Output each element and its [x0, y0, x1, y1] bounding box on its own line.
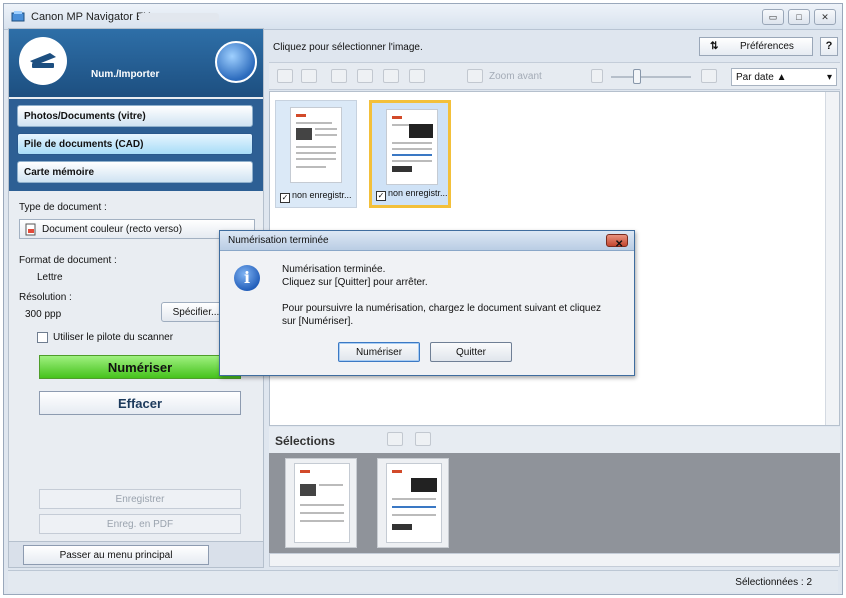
selected-count: Sélectionnées : 2	[735, 577, 812, 588]
format-value: Lettre	[37, 272, 63, 283]
thumbnail-label: non enregistr...	[388, 188, 448, 198]
document-preview-icon	[392, 116, 433, 172]
scan-button[interactable]: Numériser	[39, 355, 241, 379]
help-button[interactable]: ?	[820, 37, 838, 56]
vertical-scrollbar[interactable]	[825, 92, 839, 425]
info-icon: i	[234, 265, 260, 291]
minimize-icon: ▭	[768, 12, 778, 22]
nav-item-memory-card[interactable]: Carte mémoire	[17, 161, 253, 183]
dialog-message-1: Numérisation terminée.	[282, 264, 386, 275]
page-preview	[386, 463, 442, 543]
preferences-label: Préférences	[740, 41, 794, 52]
scan-complete-dialog: Numérisation terminée ✕ i Numérisation t…	[219, 230, 635, 376]
chevron-down-icon: ▾	[826, 72, 832, 83]
large-thumbnail-icon	[701, 69, 717, 83]
page-preview	[386, 109, 438, 185]
document-preview-icon	[296, 114, 337, 168]
mode-header: Num./Importer	[9, 29, 263, 97]
clear-button[interactable]: Effacer	[39, 391, 241, 415]
main-menu-button[interactable]: Passer au menu principal	[23, 545, 209, 565]
document-preview-icon	[392, 470, 437, 530]
mirror-icon[interactable]	[383, 69, 399, 83]
zoom-icon[interactable]	[467, 69, 483, 83]
doc-type-value: Document couleur (recto verso)	[42, 224, 183, 235]
dialog-message-3: Pour poursuivre la numérisation, chargez…	[282, 303, 602, 314]
horizontal-scrollbar[interactable]	[269, 553, 840, 567]
page-preview	[294, 463, 350, 543]
driver-checkbox[interactable]	[37, 332, 48, 343]
slider-handle[interactable]	[633, 69, 641, 84]
selected-item-1[interactable]	[285, 458, 357, 548]
doc-type-label: Type de document :	[19, 202, 107, 213]
crop-icon[interactable]	[409, 69, 425, 83]
mode-title: Num./Importer	[91, 69, 160, 80]
document-preview-icon	[300, 470, 344, 522]
grid-view-icon[interactable]	[387, 432, 403, 446]
thumbnail-size-slider[interactable]	[611, 76, 691, 78]
status-bar: Sélectionnées : 2	[8, 570, 838, 592]
right-header: Cliquez pour sélectionner l'image. ⇅ Pré…	[269, 36, 840, 58]
dialog-message-4: sur [Numériser].	[282, 316, 354, 327]
close-button[interactable]: ✕	[814, 9, 836, 25]
view-grid-icon[interactable]	[301, 69, 317, 83]
minimize-button[interactable]: ▭	[762, 9, 784, 25]
window-title: Canon MP Navigator EX	[31, 11, 151, 23]
navigation-mode-icon[interactable]	[215, 41, 257, 83]
dialog-title-bar: Numérisation terminée ✕	[220, 231, 634, 251]
rotate-left-icon[interactable]	[331, 69, 347, 83]
scanner-icon	[30, 53, 56, 68]
small-thumbnail-icon	[591, 69, 603, 83]
resolution-value: 300 ppp	[25, 309, 62, 320]
thumbnail-caption: ✓ non enregistr...	[280, 190, 352, 203]
thumbnail-1[interactable]: ✓ non enregistr...	[275, 100, 357, 208]
maximize-icon: □	[796, 12, 802, 22]
sort-select[interactable]: Par date ▲ ▾	[731, 68, 837, 86]
selections-title: Sélections	[275, 434, 336, 448]
sort-value: Par date ▲	[736, 72, 787, 83]
single-view-icon[interactable]	[415, 432, 431, 446]
thumbnail-caption: ✓ non enregistr...	[376, 188, 448, 201]
selected-item-2[interactable]	[377, 458, 449, 548]
maximize-button[interactable]: □	[788, 9, 810, 25]
source-nav: Photos/Documents (vitre) Pile de documen…	[9, 99, 263, 191]
close-icon: ✕	[615, 239, 624, 250]
close-icon: ✕	[821, 12, 829, 22]
dialog-close-button[interactable]: ✕	[606, 234, 628, 250]
image-toolbar: Zoom avant Par date ▲ ▾	[269, 62, 840, 90]
page-preview	[290, 107, 342, 183]
title-redacted-area	[139, 13, 219, 22]
nav-item-photos-documents[interactable]: Photos/Documents (vitre)	[17, 105, 253, 127]
instruction-text: Cliquez pour sélectionner l'image.	[273, 42, 423, 53]
driver-checkbox-label: Utiliser le pilote du scanner	[53, 332, 174, 343]
dialog-message-2: Cliquez sur [Quitter] pour arrêter.	[282, 277, 428, 288]
selections-area	[269, 453, 840, 553]
color-document-icon	[25, 223, 36, 236]
thumbnail-label: non enregistr...	[292, 190, 352, 200]
thumbnail-checkbox[interactable]: ✓	[376, 191, 386, 201]
thumbnail-checkbox[interactable]: ✓	[280, 193, 290, 203]
thumbnail-2[interactable]: ✓ non enregistr...	[369, 100, 451, 208]
left-footer: Passer au menu principal	[9, 541, 263, 567]
nav-item-document-stack[interactable]: Pile de documents (CAD)	[17, 133, 253, 155]
title-bar: Canon MP Navigator EX ▭ □ ✕	[4, 4, 842, 30]
selections-header: Sélections	[269, 427, 840, 453]
rotate-right-icon[interactable]	[357, 69, 373, 83]
preferences-icon: ⇅	[710, 41, 719, 52]
zoom-label: Zoom avant	[489, 71, 542, 82]
dialog-quit-button[interactable]: Quitter	[430, 342, 512, 362]
format-label: Format de document :	[19, 255, 117, 266]
view-large-icon[interactable]	[277, 69, 293, 83]
dialog-title: Numérisation terminée	[228, 235, 329, 246]
save-pdf-button[interactable]: Enreg. en PDF	[39, 514, 241, 534]
preferences-button[interactable]: ⇅ Préférences	[699, 37, 813, 56]
app-icon	[11, 11, 25, 22]
resolution-label: Résolution :	[19, 292, 72, 303]
dialog-scan-button[interactable]: Numériser	[338, 342, 420, 362]
save-button[interactable]: Enregistrer	[39, 489, 241, 509]
